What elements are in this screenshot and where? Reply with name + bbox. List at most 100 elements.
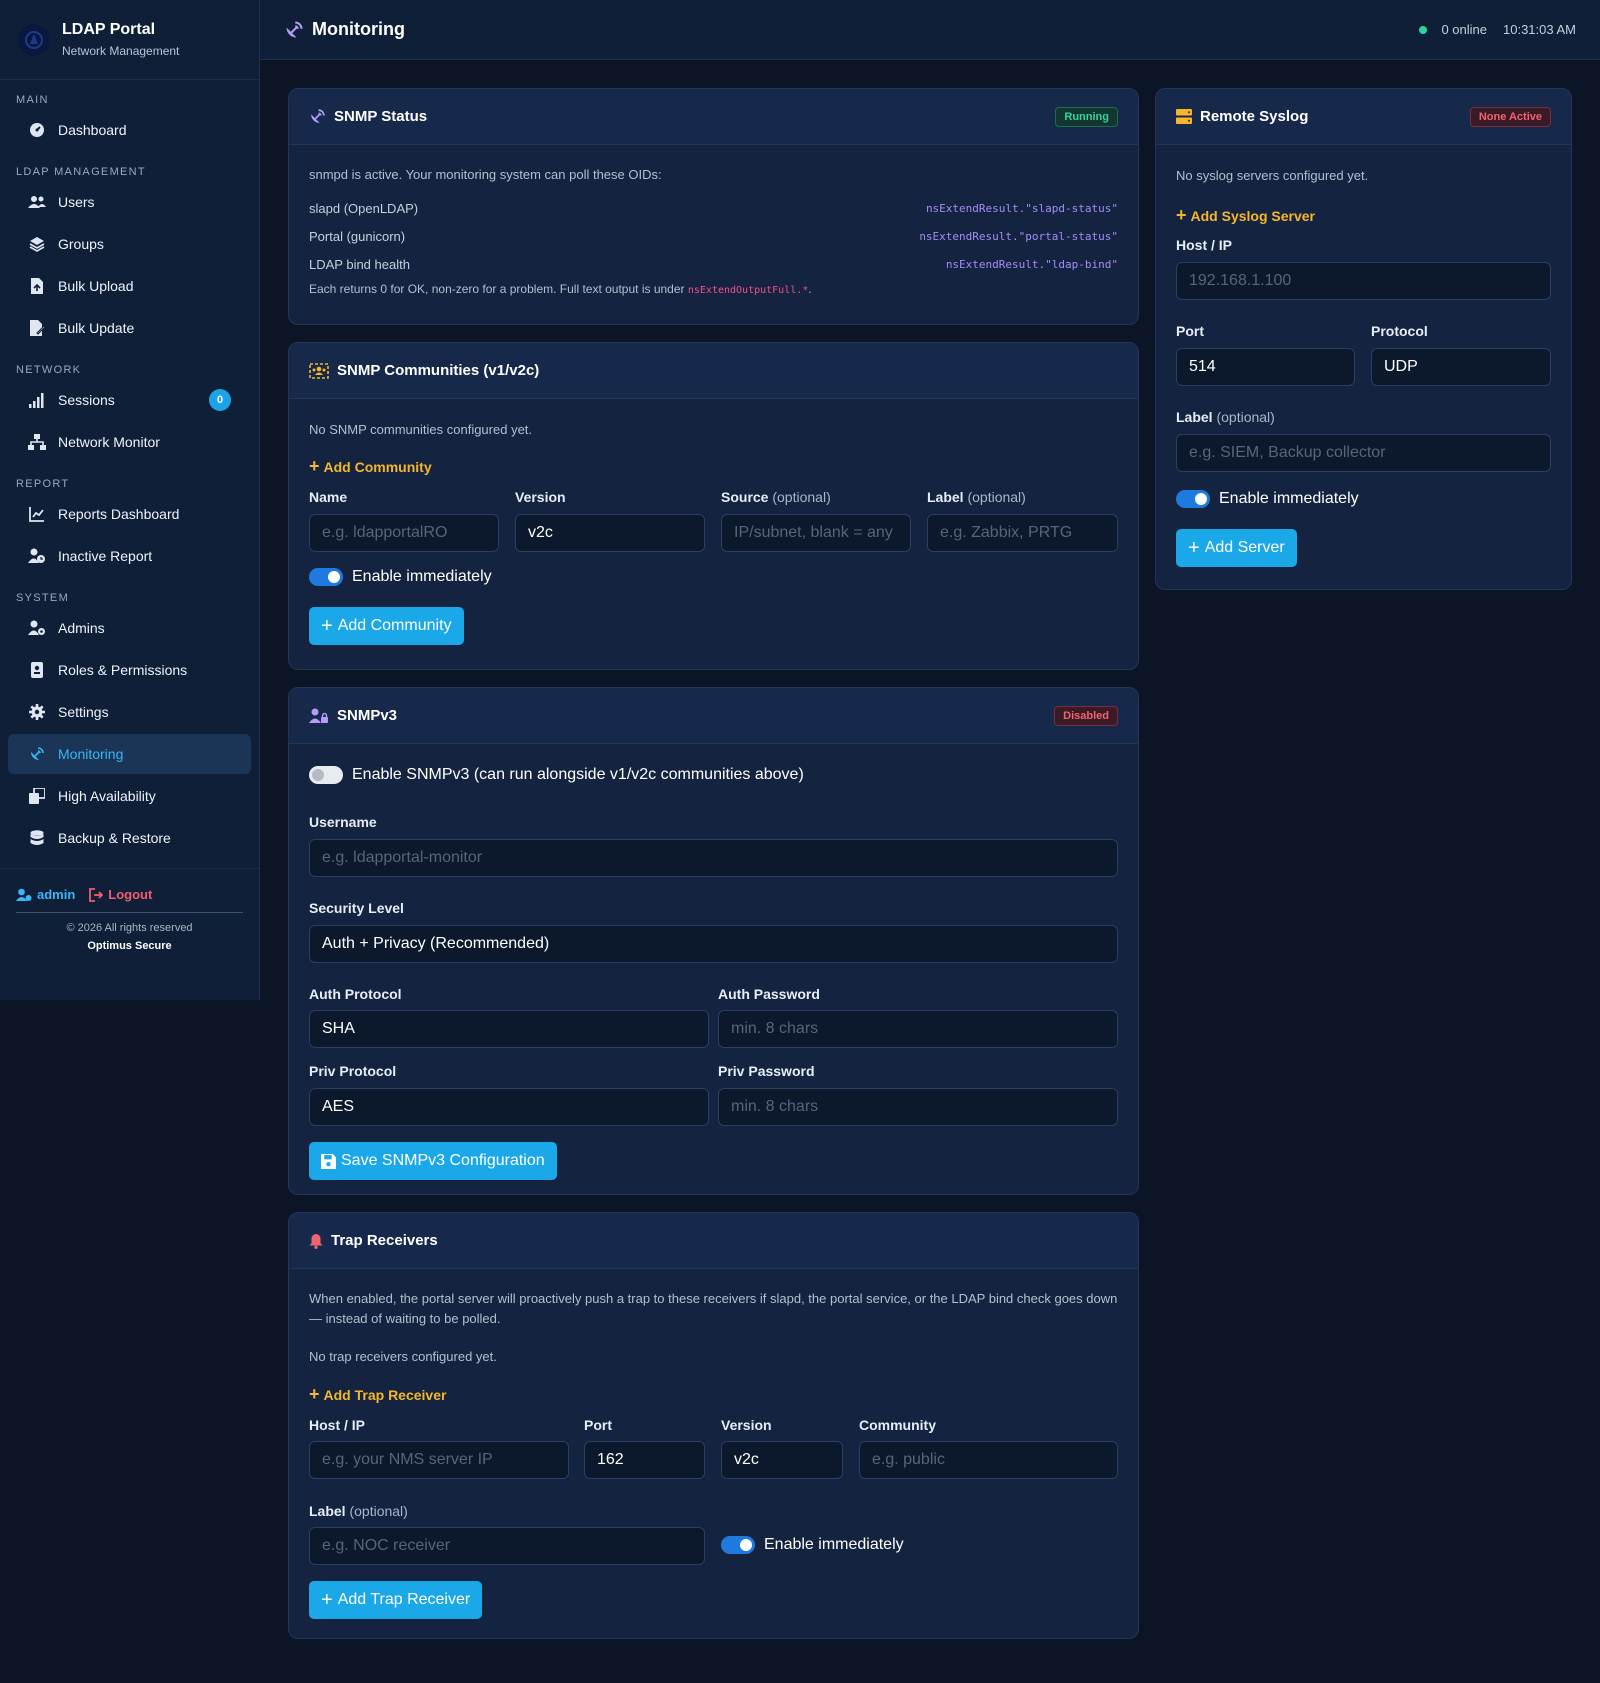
sidebar-item-inactive-report[interactable]: Inactive Report xyxy=(8,536,251,576)
status-badge: Disabled xyxy=(1054,705,1118,726)
section-network: NETWORK xyxy=(16,364,82,376)
sidebar-item-reports-dashboard[interactable]: Reports Dashboard xyxy=(8,494,251,534)
sessions-count-badge: 0 xyxy=(209,389,231,411)
note-end: . xyxy=(808,282,812,296)
auth-protocol-select[interactable]: SHA xyxy=(309,1010,709,1048)
trap-port-input[interactable]: 162 xyxy=(584,1441,705,1479)
network-icon xyxy=(28,433,46,451)
sidebar-item-admins[interactable]: Admins xyxy=(8,608,251,648)
users-icon xyxy=(28,193,46,211)
note-code: nsExtendOutputFull.* xyxy=(687,285,809,296)
enable-immediately-row: Enable immediately xyxy=(1176,490,1359,508)
signal-icon xyxy=(28,391,46,409)
online-dot-icon xyxy=(1419,25,1428,34)
footer-divider xyxy=(16,912,243,913)
brand-title: LDAP Portal xyxy=(62,21,156,38)
sidebar-item-dashboard[interactable]: Dashboard xyxy=(8,110,251,150)
sidebar-item-groups[interactable]: Groups xyxy=(8,224,251,264)
community-label-input[interactable]: e.g. Zabbix, PRTG xyxy=(927,514,1118,552)
add-syslog-server-link[interactable]: + Add Syslog Server xyxy=(1176,205,1315,226)
brand[interactable]: LDAP Portal Network Management xyxy=(0,0,259,80)
syslog-port-input[interactable]: 514 xyxy=(1176,348,1355,386)
community-version-select[interactable]: v2c xyxy=(515,514,705,552)
sidebar-item-backup-restore[interactable]: Backup & Restore xyxy=(8,818,251,858)
enable-toggle[interactable] xyxy=(721,1536,755,1554)
current-user-link[interactable]: admin xyxy=(16,887,75,902)
enable-toggle[interactable] xyxy=(309,568,343,586)
sidebar-item-sessions[interactable]: Sessions 0 xyxy=(8,380,251,420)
enable-snmpv3-label: Enable SNMPv3 (can run alongside v1/v2c … xyxy=(352,766,804,783)
label-label: Label (optional) xyxy=(927,489,1026,505)
satellite-dish-icon xyxy=(28,745,46,763)
database-icon xyxy=(28,829,46,847)
button-label: Add Trap Receiver xyxy=(337,1591,471,1608)
trap-community-input[interactable]: e.g. public xyxy=(859,1441,1118,1479)
logo-icon xyxy=(18,23,50,56)
section-ldap: LDAP MANAGEMENT xyxy=(16,166,146,178)
user-clock-icon xyxy=(28,547,46,565)
oid-name: LDAP bind health xyxy=(309,256,410,272)
oid-name: Portal (gunicorn) xyxy=(309,228,406,244)
add-syslog-server-label: Add Syslog Server xyxy=(1190,207,1316,224)
optional-hint: (optional) xyxy=(967,489,1026,505)
plus-icon: + xyxy=(309,456,320,476)
online-count: 0 online xyxy=(1441,22,1487,37)
sidebar-item-roles[interactable]: Roles & Permissions xyxy=(8,650,251,690)
trap-receivers-card: Trap Receivers When enabled, the portal … xyxy=(288,1212,1139,1639)
add-community-link[interactable]: + Add Community xyxy=(309,456,432,477)
syslog-protocol-select[interactable]: UDP xyxy=(1371,348,1551,386)
community-source-input[interactable]: IP/subnet, blank = any xyxy=(721,514,911,552)
add-trap-receiver-link[interactable]: + Add Trap Receiver xyxy=(309,1384,446,1405)
file-edit-icon xyxy=(28,319,46,337)
add-trap-receiver-button[interactable]: + Add Trap Receiver xyxy=(309,1581,483,1619)
syslog-label-input[interactable]: e.g. SIEM, Backup collector xyxy=(1176,434,1551,472)
sidebar-item-bulk-update[interactable]: Bulk Update xyxy=(8,308,251,348)
save-icon xyxy=(321,1153,336,1169)
trap-host-input[interactable]: e.g. your NMS server IP xyxy=(309,1441,569,1479)
trap-version-select[interactable]: v2c xyxy=(721,1441,843,1479)
add-server-button[interactable]: + Add Server xyxy=(1176,529,1297,567)
priv-protocol-select[interactable]: AES xyxy=(309,1088,709,1126)
sidebar-item-network-monitor[interactable]: Network Monitor xyxy=(8,422,251,462)
syslog-host-input[interactable]: 192.168.1.100 xyxy=(1176,262,1551,300)
sidebar-item-label: Bulk Upload xyxy=(58,278,134,294)
page-title: Monitoring xyxy=(284,19,405,40)
community-label: Community xyxy=(859,1417,936,1433)
satellite-dish-icon xyxy=(309,108,326,125)
priv-password-label: Priv Password xyxy=(718,1063,815,1079)
oid-row: Portal (gunicorn) nsExtendResult."portal… xyxy=(309,222,1118,250)
sidebar-item-label: Network Monitor xyxy=(58,434,160,450)
add-community-button[interactable]: + Add Community xyxy=(309,607,464,645)
logout-link[interactable]: Logout xyxy=(89,887,152,902)
enable-snmpv3-toggle[interactable] xyxy=(309,766,343,784)
trap-label-input[interactable]: e.g. NOC receiver xyxy=(309,1527,705,1565)
auth-password-input[interactable]: min. 8 chars xyxy=(718,1010,1118,1048)
priv-password-input[interactable]: min. 8 chars xyxy=(718,1088,1118,1126)
file-upload-icon xyxy=(28,277,46,295)
bell-icon xyxy=(309,1233,323,1249)
sidebar-item-users[interactable]: Users xyxy=(8,182,251,222)
username-input[interactable]: e.g. ldapportal-monitor xyxy=(309,839,1118,877)
sidebar-item-label: Dashboard xyxy=(58,122,127,138)
plus-icon: + xyxy=(321,614,333,637)
sidebar-item-high-availability[interactable]: High Availability xyxy=(8,776,251,816)
add-community-label: Add Community xyxy=(323,458,432,475)
enable-toggle[interactable] xyxy=(1176,490,1210,508)
port-label: Port xyxy=(584,1417,612,1433)
auth-protocol-label: Auth Protocol xyxy=(309,986,402,1002)
card-title: SNMPv3 xyxy=(337,707,398,724)
auth-password-label: Auth Password xyxy=(718,986,820,1002)
enable-label: Enable immediately xyxy=(1219,490,1359,507)
trap-label-label: Label (optional) xyxy=(309,1503,408,1519)
topbar-status: 0 online 10:31:03 AM xyxy=(1419,22,1576,37)
plus-icon: + xyxy=(321,1588,333,1611)
community-name-input[interactable]: e.g. ldapportalRO xyxy=(309,514,499,552)
sidebar-item-settings[interactable]: Settings xyxy=(8,692,251,732)
host-label: Host / IP xyxy=(309,1417,366,1433)
satellite-dish-icon xyxy=(286,21,303,37)
save-snmpv3-button[interactable]: Save SNMPv3 Configuration xyxy=(309,1142,557,1180)
users-rectangle-icon xyxy=(309,362,329,379)
sidebar-item-monitoring[interactable]: Monitoring xyxy=(8,734,251,774)
security-level-select[interactable]: Auth + Privacy (Recommended) xyxy=(309,925,1118,963)
sidebar-item-bulk-upload[interactable]: Bulk Upload xyxy=(8,266,251,306)
